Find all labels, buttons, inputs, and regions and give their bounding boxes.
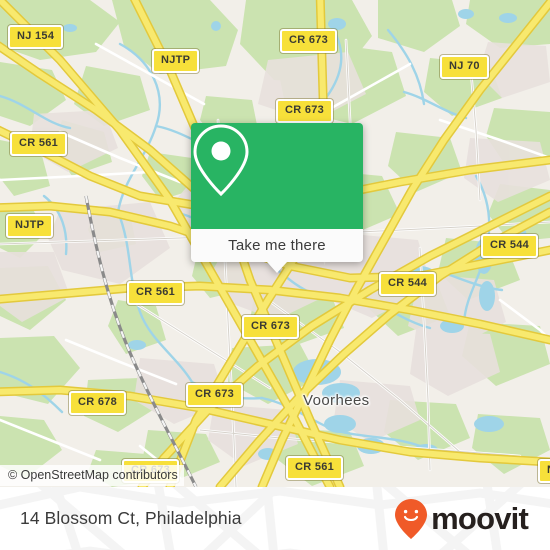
address-label: 14 Blossom Ct, Philadelphia [20,508,242,528]
road-shield: NJ 70 [538,459,550,483]
road-shield: NJTP [6,214,54,238]
road-shield: CR 673 [186,383,244,407]
footer-bar: 14 Blossom Ct, Philadelphia moovit [0,487,550,550]
road-shield: CR 673 [280,29,338,53]
road-shield: CR 544 [481,234,539,258]
moovit-map-screenshot: NJ 154 NJTP CR 673 NJ 70 CR 673 CR 561 NJTP CR … [0,0,550,550]
road-shield: NJ 70 [440,55,489,79]
road-shield: CR 673 [242,315,300,339]
map-pin-icon [193,124,249,197]
map-attribution[interactable]: © OpenStreetMap contributors [0,465,184,487]
road-shield: NJTP [152,49,200,73]
moovit-logo[interactable]: moovit [394,498,529,540]
road-shield: CR 678 [69,391,127,415]
map-popup[interactable]: Take me there [191,123,363,273]
road-shield: CR 561 [127,281,185,305]
place-label: Voorhees [303,392,370,409]
popup-header [191,123,363,229]
road-shield: CR 544 [379,272,437,296]
popup-pointer [267,262,287,273]
road-shield: CR 673 [276,99,334,123]
popup-cta[interactable]: Take me there [191,229,363,262]
road-shield: CR 561 [286,456,344,480]
moovit-wordmark: moovit [431,501,529,536]
map-canvas[interactable]: NJ 154 NJTP CR 673 NJ 70 CR 673 CR 561 NJTP CR … [0,0,550,487]
moovit-smiley-pin-icon [395,498,428,539]
popup-cta-label: Take me there [228,237,326,254]
road-shield: CR 561 [10,132,68,156]
road-shield: NJ 154 [8,25,64,49]
